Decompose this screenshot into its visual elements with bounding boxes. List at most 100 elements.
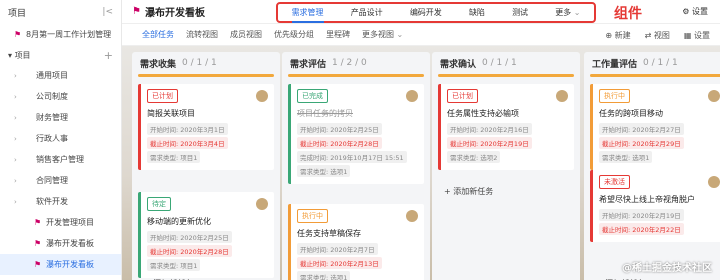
column-progress-bar <box>138 74 274 77</box>
task-type: 需求类型: 选项1 <box>599 151 653 163</box>
nav-tab-more[interactable]: 更多 ⌄ <box>555 7 580 18</box>
task-title: 项目任务的拷贝 <box>297 109 353 118</box>
task-card[interactable]: 已完成 项目任务的拷贝 开始时间: 2020年2月25日 截止时间: 2020年2月2… <box>288 84 424 184</box>
task-card[interactable]: 待定 移动端的更新优化 开始时间: 2020年2月25日 截止时间: 2020年2月2… <box>138 192 274 278</box>
task-card[interactable]: 已计划任务属性支持必输项开始时间: 2020年2月16日 截止时间: 2020年2… <box>438 84 574 170</box>
board-column: 需求收集 0 / 1 / 1 已计划 简报关联项目 开始时间: 2020年3月1日 截止时… <box>132 52 280 280</box>
deadline: 截止时间: 2020年2月19日 <box>447 137 532 149</box>
column-title: 需求收集 <box>140 59 177 70</box>
task-card[interactable]: 执行中 任务的跨项目移动 开始时间: 2020年2月27日 截止时间: 2020年2月… <box>590 84 720 170</box>
deadline: 截止时间: 2020年2月28日 <box>297 137 382 149</box>
sidebar-item[interactable]: › 行政人事 <box>0 128 121 149</box>
status-badge: 待定 <box>147 197 171 211</box>
new-button[interactable]: ⊕ 新建 <box>605 30 630 41</box>
deadline: 截止时间: 2020年2月13日 <box>297 257 382 269</box>
avatar[interactable] <box>406 210 418 222</box>
sidebar-item-label: 合同管理 <box>36 176 68 185</box>
caret-right-icon: › <box>14 92 17 101</box>
nav-tab-coding[interactable]: 编码开发 <box>410 7 442 18</box>
sidebar-item[interactable]: › 公司制度 <box>0 86 121 107</box>
view-all-tasks[interactable]: 全部任务 <box>142 29 174 40</box>
view-button[interactable]: ⇄ 视图 <box>645 30 670 41</box>
view-flow[interactable]: 流转视图 <box>186 29 218 40</box>
column-title: 工作量评估 <box>592 59 638 70</box>
caret-right-icon: › <box>14 113 17 122</box>
status-badge: 已计划 <box>147 89 178 103</box>
sidebar-item[interactable]: › 财务管理 <box>0 107 121 128</box>
status-label: 已完成 <box>302 92 323 100</box>
kanban-board: 工作量评估 0 / 1 / 1 执行中 任务的跨项目移动 开始时间: 2020年2月27… <box>122 46 720 280</box>
grid-icon: ▦ <box>683 31 692 40</box>
view-more[interactable]: 更多视图 ⌄ <box>362 29 403 40</box>
column-header: 需求评估 1 / 2 / 0 <box>282 52 430 74</box>
plus-icon: ⊕ <box>605 31 613 40</box>
chevron-down-icon: ⌄ <box>573 8 581 17</box>
avatar[interactable] <box>556 90 568 102</box>
board-settings-button[interactable]: ▦ 设置 <box>684 30 710 41</box>
sidebar-item[interactable]: › 销售客户管理 <box>0 149 121 170</box>
start-time: 开始时间: 2020年3月1日 <box>147 123 228 135</box>
nav-tab-design[interactable]: 产品设计 <box>351 7 383 18</box>
watermark: @稀土掘金技术社区 <box>622 263 712 274</box>
deadline: 截止时间: 2020年2月29日 <box>599 137 684 149</box>
view-milestone[interactable]: 里程碑 <box>326 29 350 40</box>
caret-right-icon: › <box>14 197 17 206</box>
sidebar-item[interactable]: › 通用项目 <box>0 65 121 86</box>
status-label: 已计划 <box>452 92 473 100</box>
task-card[interactable]: 执行中 任务支持草稿保存 开始时间: 2020年2月7日 截止时间: 2020年2月1… <box>288 204 424 280</box>
sidebar-item-label: 瀑布开发看板 <box>46 260 94 269</box>
board-title-text: 瀑布开发看板 <box>144 8 205 19</box>
column-progress-bar <box>288 74 424 77</box>
task-title: 任务属性支持必输项 <box>447 109 519 118</box>
sidebar-item[interactable]: › 合同管理 <box>0 170 121 191</box>
sidebar-pinned-item[interactable]: ⚑ 8月第一周工作计划管理 <box>0 24 121 45</box>
sidebar-item[interactable]: ⚑ 瀑布开发看板 <box>0 233 121 254</box>
caret-right-icon: › <box>14 176 17 185</box>
add-task-button[interactable]: + 添加新任务 <box>444 186 493 197</box>
sidebar-item-label: 销售客户管理 <box>36 155 84 164</box>
start-time: 开始时间: 2020年2月7日 <box>297 243 378 255</box>
view-bar: 全部任务 流转视图 成员视图 优先级分组 里程碑 更多视图 ⌄ ⊕ 新建 ⇄ 视… <box>122 24 720 46</box>
add-task-label: 添加新任务 <box>453 187 494 196</box>
board-icon: ⚑ <box>34 239 42 248</box>
status-badge: 已计划 <box>447 89 478 103</box>
deadline: 截止时间: 2020年3月4日 <box>147 137 228 149</box>
status-label: 待定 <box>152 200 166 208</box>
task-card[interactable]: 已计划 简报关联项目 开始时间: 2020年3月1日 截止时间: 2020年3月4日需… <box>138 84 274 170</box>
settings-button[interactable]: ⚙ 设置 <box>682 6 708 17</box>
sidebar-section-label: 项目 <box>14 50 31 60</box>
view-members[interactable]: 成员视图 <box>230 29 262 40</box>
start-time: 开始时间: 2020年2月16日 <box>447 123 532 135</box>
view-icon: ⇄ <box>644 31 652 40</box>
task-card[interactable]: 未激活 希望尽快上线上帝视角脱户 开始时间: 2020年2月19日 截止时间: 202… <box>590 170 720 242</box>
deadline: 截止时间: 2020年2月28日 <box>147 245 232 257</box>
sidebar-item-label: 公司制度 <box>36 92 68 101</box>
avatar[interactable] <box>256 90 268 102</box>
view-priority[interactable]: 优先级分组 <box>274 29 314 40</box>
collapse-icon[interactable]: |< <box>102 7 113 17</box>
sidebar-item-label: 通用项目 <box>36 71 68 80</box>
add-project-icon[interactable]: + <box>104 49 113 62</box>
status-badge: 执行中 <box>297 209 328 223</box>
task-title: 希望尽快上线上帝视角脱户 <box>599 195 695 204</box>
nav-tab-requirements[interactable]: 需求管理 <box>291 7 324 23</box>
avatar[interactable] <box>406 90 418 102</box>
column-title: 需求确认 <box>440 59 477 70</box>
status-label: 执行中 <box>604 92 625 100</box>
sidebar-item[interactable]: ⚑ 瀑布开发看板 <box>0 254 121 275</box>
new-label: 新建 <box>614 31 631 40</box>
sidebar-item[interactable]: › 软件开发 <box>0 191 121 212</box>
nav-tab-testing[interactable]: 测试 <box>512 7 528 18</box>
avatar[interactable] <box>256 198 268 210</box>
column-count: 0 / 1 / 1 <box>643 58 678 68</box>
avatar[interactable] <box>708 90 720 102</box>
avatar[interactable] <box>708 176 720 188</box>
column-header: 需求确认 0 / 1 / 1 <box>432 52 580 74</box>
task-title: 简报关联项目 <box>147 109 195 118</box>
plus-icon: + <box>444 187 454 196</box>
sidebar-item[interactable]: ⚑ 开发管理项目 <box>0 212 121 233</box>
caret-right-icon: › <box>14 71 17 80</box>
sidebar-section-projects[interactable]: ▾ 项目 + <box>0 45 121 65</box>
nav-tab-defects[interactable]: 缺陷 <box>469 7 485 18</box>
caret-right-icon: › <box>14 134 17 143</box>
